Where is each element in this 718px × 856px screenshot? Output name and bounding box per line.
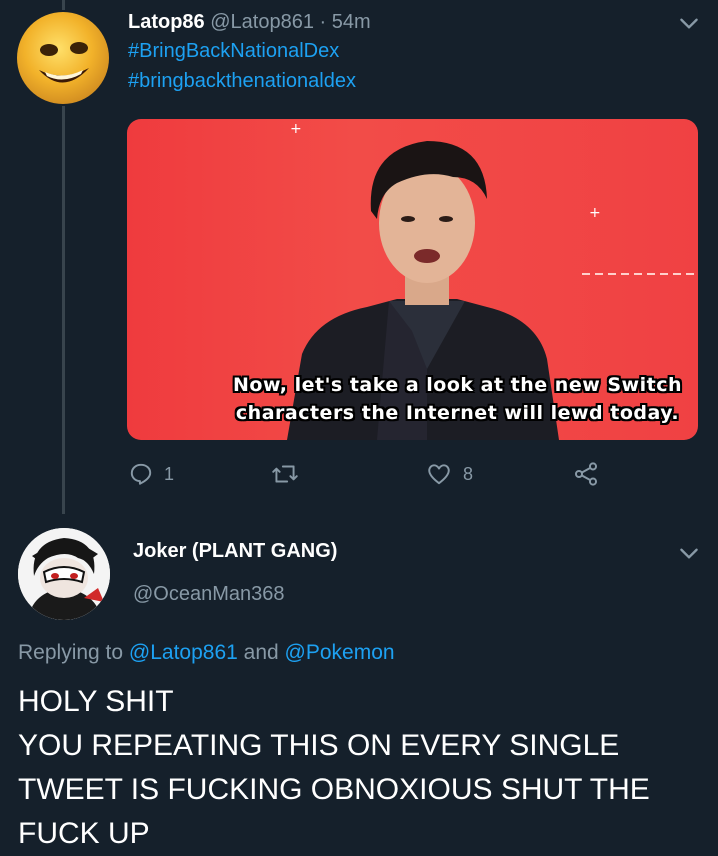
share-icon [574, 462, 598, 486]
caption-line: characters the Internet will lewd today. [235, 402, 680, 424]
display-name[interactable]: Latop86 [128, 11, 205, 33]
svg-text:+: + [290, 121, 302, 137]
tweet-header: Latop86 @Latop861 · 54m [128, 9, 371, 35]
thread-line [62, 106, 65, 514]
reply-icon [130, 463, 152, 485]
handle[interactable]: @Latop861 [210, 11, 314, 33]
timestamp[interactable]: 54m [332, 11, 371, 33]
reply-count: 1 [164, 463, 175, 484]
tweet-text: HOLY SHIT YOU REPEATING THIS ON EVERY SI… [18, 680, 698, 856]
separator: · [313, 11, 332, 33]
chevron-down-icon[interactable] [676, 10, 702, 36]
caption-line: Now, let's take a look at the new Switch [232, 374, 682, 396]
chevron-down-icon[interactable] [676, 540, 702, 566]
tweet-text-line: FUCK UP [18, 817, 150, 850]
like-count: 8 [463, 463, 474, 484]
tweet-text-line: TWEET IS FUCKING OBNOXIOUS SHUT THE [18, 773, 650, 806]
retweet-icon [272, 465, 298, 483]
handle[interactable]: @OceanMan368 [133, 583, 285, 606]
avatar[interactable] [18, 528, 110, 620]
tweet-text-line: YOU REPEATING THIS ON EVERY SINGLE [18, 729, 620, 762]
hashtag-link[interactable]: #bringbackthenationaldex [128, 68, 356, 94]
replying-to: Replying to @Latop861 and @Pokemon [18, 641, 395, 665]
replying-prefix: Replying to [18, 641, 129, 664]
media-image[interactable]: + + Now, let's take a look at the new Sw… [127, 119, 698, 440]
reply-button[interactable]: 1 [128, 459, 174, 489]
heart-icon [428, 464, 450, 485]
retweet-button[interactable] [270, 459, 310, 489]
replying-and: and [237, 641, 285, 664]
like-button[interactable]: 8 [425, 459, 473, 489]
hashtag-link[interactable]: #BringBackNationalDex [128, 38, 339, 64]
mention-link[interactable]: @Pokemon [285, 641, 395, 664]
svg-text:+: + [589, 205, 601, 221]
display-name[interactable]: Joker (PLANT GANG) [133, 540, 337, 563]
thread-line-top [62, 0, 65, 10]
avatar[interactable] [17, 12, 109, 104]
share-button[interactable] [572, 459, 610, 489]
tweet-text-line: HOLY SHIT [18, 685, 174, 718]
mention-link[interactable]: @Latop861 [129, 641, 238, 664]
media-caption: Now, let's take a look at the new Switch… [127, 371, 698, 427]
